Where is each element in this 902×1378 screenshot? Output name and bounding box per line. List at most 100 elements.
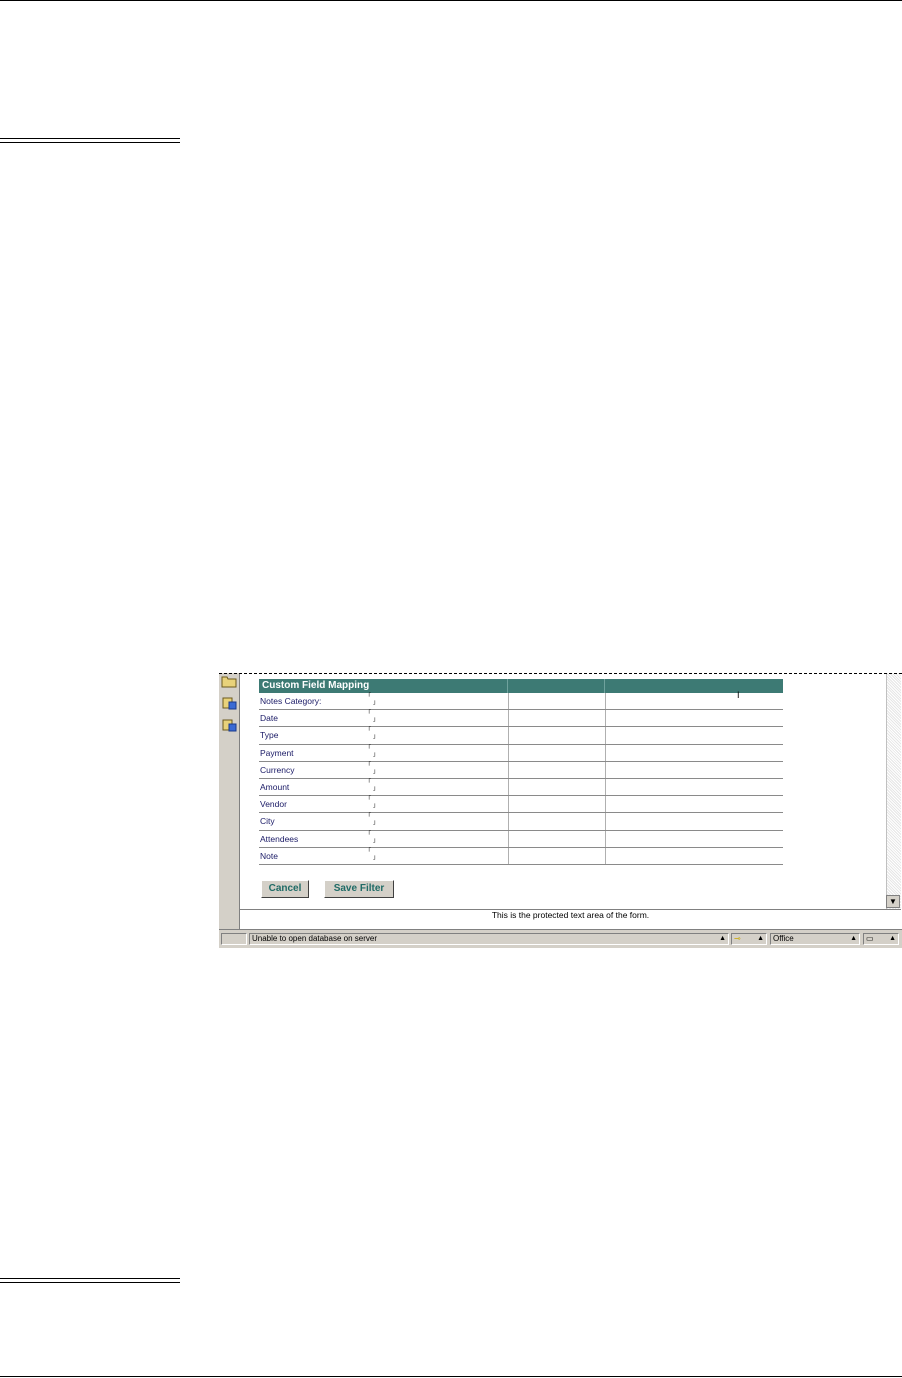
field-open-mark: 「 xyxy=(365,779,372,786)
empty-cell xyxy=(606,693,783,709)
section-rule-top xyxy=(0,138,180,143)
field-close-mark: 」 xyxy=(373,700,380,706)
status-indicator xyxy=(221,933,247,945)
empty-cell xyxy=(606,745,783,761)
empty-cell xyxy=(509,796,606,813)
empty-cell xyxy=(606,779,783,795)
lotus-notes-screenshot: Custom Field Mapping Notes Category: 「」 Da… xyxy=(219,673,902,948)
field-close-mark: 」 xyxy=(373,785,380,792)
field-open-mark: 「 xyxy=(365,797,372,804)
field-close-mark: 」 xyxy=(373,734,380,741)
status-bar: Unable to open database on server ▲ ⊸ ▲ … xyxy=(219,929,902,948)
empty-cell xyxy=(509,778,606,796)
field-close-mark: 」 xyxy=(373,854,380,861)
field-input[interactable]: 「」 xyxy=(364,744,509,761)
field-label: Currency xyxy=(260,764,295,775)
field-open-mark: 「 xyxy=(365,814,372,821)
save-filter-button[interactable]: Save Filter xyxy=(324,880,394,898)
field-label: Amount xyxy=(260,781,290,792)
empty-cell xyxy=(509,710,606,727)
field-input[interactable]: 「」 xyxy=(364,847,509,864)
field-close-mark: 」 xyxy=(373,803,380,810)
vertical-scrollbar[interactable] xyxy=(886,673,901,909)
field-input[interactable]: 「」 xyxy=(364,830,509,847)
field-input[interactable]: 「」 xyxy=(364,710,509,727)
empty-cell xyxy=(509,693,606,710)
empty-cell xyxy=(509,744,606,761)
table-row: Currency 「」 xyxy=(259,761,783,779)
mail-status[interactable]: ▭ ▲ xyxy=(863,933,899,945)
status-message[interactable]: Unable to open database on server ▲ xyxy=(249,933,729,945)
folder-icon[interactable] xyxy=(221,673,237,689)
header-cell xyxy=(507,679,604,693)
arrow-up-icon: ▲ xyxy=(719,935,726,942)
table-row: Note 「」 xyxy=(259,847,783,865)
status-message-text: Unable to open database on server xyxy=(252,934,377,943)
empty-cell xyxy=(606,813,783,829)
form-header: Custom Field Mapping xyxy=(259,679,783,693)
database-icon[interactable] xyxy=(221,717,237,733)
field-label: Type xyxy=(260,730,279,741)
empty-cell xyxy=(606,710,783,726)
field-close-mark: 」 xyxy=(373,768,380,775)
location-text: Office xyxy=(773,934,794,943)
scroll-down-button[interactable]: ▼ xyxy=(886,895,900,908)
location-selector[interactable]: Office ▲ xyxy=(770,933,860,945)
empty-cell xyxy=(509,813,606,830)
database-icon[interactable] xyxy=(221,695,237,711)
key-status[interactable]: ⊸ ▲ xyxy=(731,933,767,945)
table-row: Vendor 「」 xyxy=(259,796,783,814)
top-rule xyxy=(0,0,902,1)
field-input[interactable]: 「」 xyxy=(364,813,509,830)
field-open-mark: 「 xyxy=(365,728,372,735)
empty-cell xyxy=(606,848,783,864)
empty-cell xyxy=(606,727,783,743)
protected-text-area: This is the protected text area of the f… xyxy=(240,909,901,921)
field-close-mark: 」 xyxy=(373,717,380,724)
empty-cell xyxy=(509,847,606,864)
empty-cell xyxy=(606,831,783,847)
cancel-button[interactable]: Cancel xyxy=(261,880,309,898)
field-label: Attendees xyxy=(260,833,299,844)
field-input[interactable]: 「」 xyxy=(364,796,509,813)
field-label: Note xyxy=(260,850,278,861)
field-label: Date xyxy=(260,713,278,724)
key-icon: ⊸ xyxy=(734,934,741,943)
arrow-up-icon: ▲ xyxy=(850,935,857,942)
arrow-up-icon: ▲ xyxy=(757,935,764,942)
table-row: Notes Category: 「」 xyxy=(259,693,783,711)
field-open-mark: 「 xyxy=(365,694,372,700)
field-input[interactable]: 「」 xyxy=(364,761,509,778)
empty-cell xyxy=(509,727,606,744)
screenshot-top-border xyxy=(219,673,902,674)
field-open-mark: 「 xyxy=(365,711,372,718)
empty-cell xyxy=(606,762,783,778)
field-label: City xyxy=(260,816,275,827)
table-row: Type 「」 xyxy=(259,727,783,745)
field-rows: Notes Category: 「」 Date 「」 Type 「」 Payment 「」 Cu… xyxy=(259,693,783,865)
arrow-up-icon: ▲ xyxy=(889,935,896,942)
table-row: Attendees 「」 xyxy=(259,830,783,848)
field-input[interactable]: 「」 xyxy=(364,727,509,744)
custom-field-mapping-form: Custom Field Mapping Notes Category: 「」 Da… xyxy=(259,679,783,865)
field-open-mark: 「 xyxy=(365,831,372,838)
field-label: Notes Category: xyxy=(260,696,322,706)
text-cursor-icon: I xyxy=(737,690,740,700)
empty-cell xyxy=(509,830,606,847)
field-open-mark: 「 xyxy=(365,848,372,855)
table-row: Amount 「」 xyxy=(259,778,783,797)
header-cell xyxy=(604,679,783,693)
empty-cell xyxy=(606,796,783,812)
field-input[interactable]: 「」 xyxy=(364,778,509,796)
form-header-title: Custom Field Mapping xyxy=(262,680,370,691)
field-input[interactable]: 「」 xyxy=(364,693,509,710)
field-open-mark: 「 xyxy=(365,762,372,769)
section-rule-bottom xyxy=(0,1278,180,1283)
bottom-rule xyxy=(0,1376,902,1377)
field-label: Payment xyxy=(260,747,294,758)
field-open-mark: 「 xyxy=(365,745,372,752)
field-close-mark: 」 xyxy=(373,820,380,827)
field-close-mark: 」 xyxy=(373,837,380,844)
bookmark-bar xyxy=(219,673,240,929)
table-row: Date 「」 xyxy=(259,710,783,728)
